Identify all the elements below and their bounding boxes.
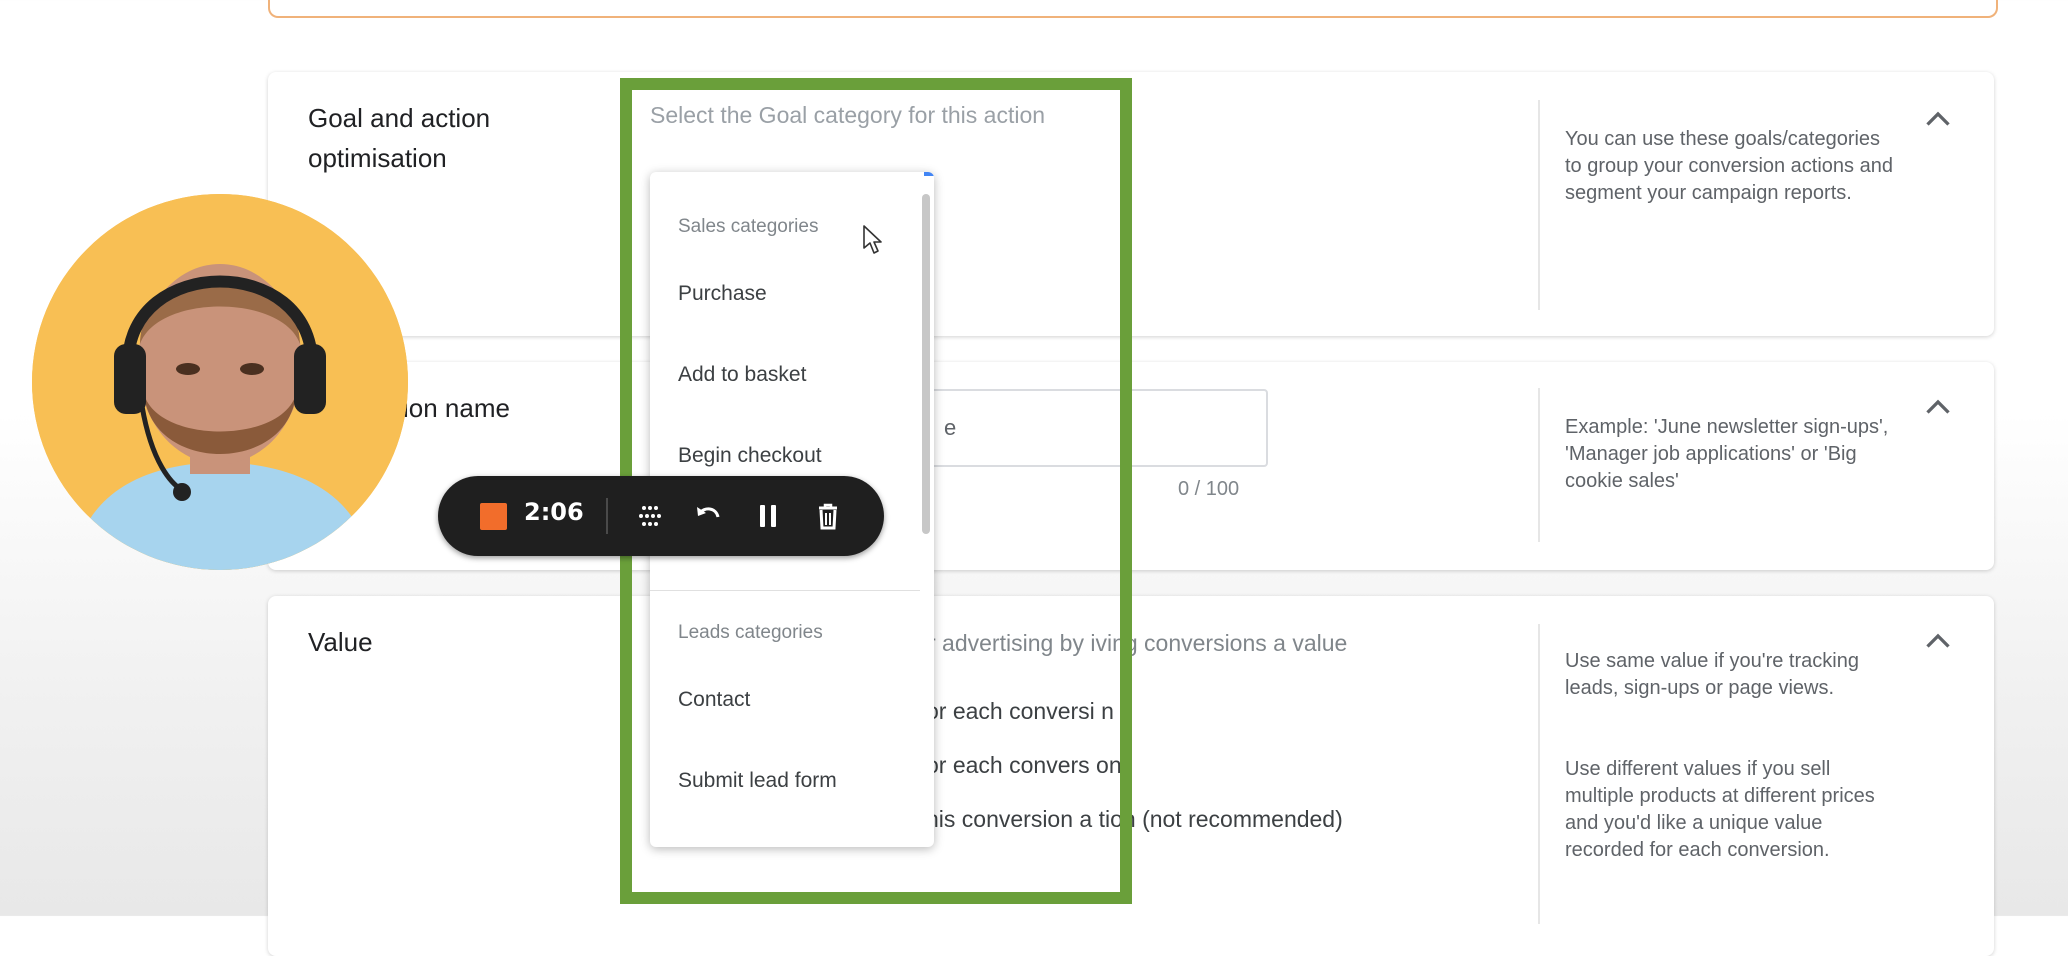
dropdown-focus-line — [924, 172, 934, 176]
value-title: Value — [308, 627, 373, 657]
dropdown-item-purchase[interactable]: Purchase — [678, 282, 767, 306]
value-option-different[interactable]: or each convers on — [926, 752, 1122, 779]
grid-icon — [639, 506, 661, 526]
name-divider — [1538, 388, 1540, 542]
undo-icon — [697, 507, 720, 518]
pause-icon — [760, 505, 776, 527]
goal-title-line1: Goal and action — [308, 103, 491, 133]
chevron-up-icon — [1926, 111, 1950, 126]
dropdown-group-leads: Leads categories — [678, 622, 823, 643]
dropdown-group-sales: Sales categories — [678, 216, 819, 237]
grid-button[interactable] — [630, 496, 670, 536]
value-subtitle: r advertising by iving conversions a val… — [928, 630, 1348, 656]
previous-card — [268, 0, 1998, 18]
webcam-bubble[interactable] — [32, 194, 408, 570]
goal-subtitle: Select the Goal category for this action — [650, 102, 1046, 128]
goal-collapse-button[interactable] — [1920, 102, 1956, 138]
undo-button[interactable] — [688, 496, 728, 536]
dropdown-item-submit-lead-form[interactable]: Submit lead form — [678, 769, 837, 793]
dropdown-scrollbar[interactable] — [922, 194, 930, 534]
dropdown-divider — [650, 590, 920, 591]
dropdown-item-begin-checkout[interactable]: Begin checkout — [678, 444, 822, 468]
trash-icon — [819, 503, 837, 530]
recording-toolbar: 2:06 — [438, 476, 884, 556]
goal-card: Goal and action optimisation Select the … — [268, 72, 1994, 336]
pause-button[interactable] — [748, 496, 788, 536]
value-option-none[interactable]: his conversion a tion (not recommended) — [926, 806, 1343, 833]
value-help-1: Use same value if you're tracking leads,… — [1565, 650, 1859, 699]
chevron-up-icon — [1926, 399, 1950, 414]
chevron-up-icon — [1926, 633, 1950, 648]
goal-help: You can use these goals/categories to gr… — [1565, 128, 1893, 204]
goal-title: Goal and action optimisation — [308, 98, 490, 178]
dropdown-item-add-to-basket[interactable]: Add to basket — [678, 363, 806, 387]
conversion-name-title: sion name — [390, 393, 510, 423]
value-divider — [1538, 624, 1540, 924]
dropdown-item-contact[interactable]: Contact — [678, 688, 750, 712]
presenter-image — [32, 194, 408, 570]
conversion-name-input[interactable]: e — [920, 389, 1268, 467]
goal-title-line2: optimisation — [308, 143, 447, 173]
mouse-cursor-icon — [863, 225, 882, 254]
stop-icon[interactable] — [480, 503, 507, 530]
value-collapse-button[interactable] — [1920, 624, 1956, 660]
goal-divider — [1538, 100, 1540, 310]
name-char-counter: 0 / 100 — [1178, 478, 1240, 500]
recording-timer: 2:06 — [524, 498, 584, 526]
name-collapse-button[interactable] — [1920, 390, 1956, 426]
value-option-same[interactable]: or each conversi n — [926, 698, 1114, 725]
value-help-2: Use different values if you sell multipl… — [1565, 758, 1875, 861]
delete-button[interactable] — [808, 496, 848, 536]
name-help: Example: 'June newsletter sign-ups', 'Ma… — [1565, 416, 1889, 492]
toolbar-divider — [606, 498, 608, 534]
